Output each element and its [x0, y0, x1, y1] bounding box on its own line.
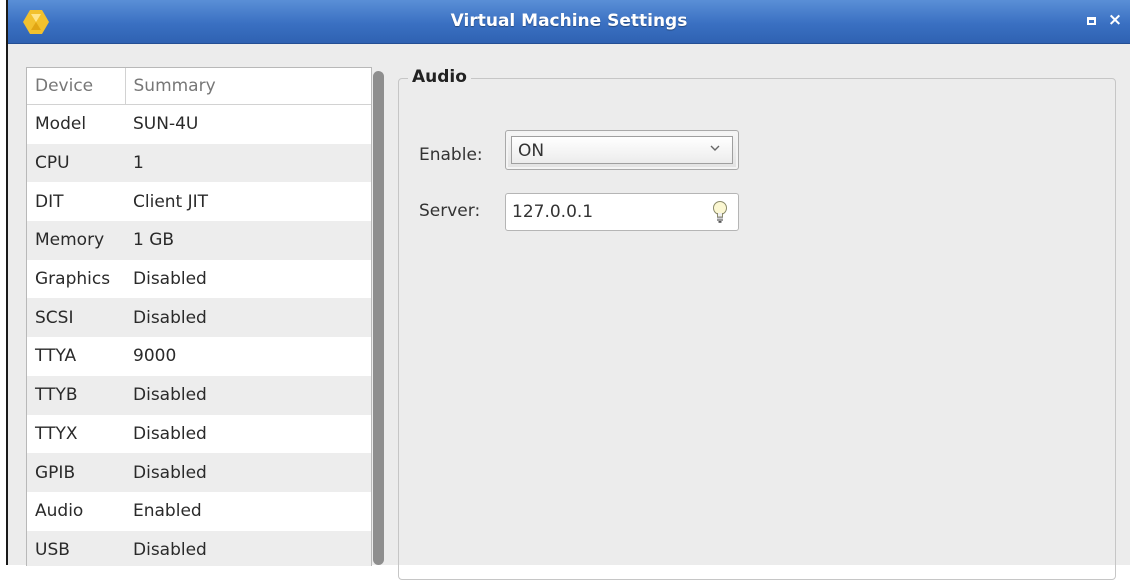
summary-cell: Disabled — [125, 530, 371, 566]
summary-cell: Disabled — [125, 375, 371, 415]
enable-select[interactable]: ON — [505, 130, 739, 170]
server-label: Server: — [419, 201, 481, 221]
table-row[interactable]: Audio Enabled — [27, 492, 371, 531]
summary-cell: Disabled — [133, 269, 207, 290]
maximize-button[interactable] — [1082, 11, 1100, 29]
device-cell: TTYA — [35, 346, 77, 367]
table-row[interactable]: Model SUN-4U — [27, 105, 371, 144]
summary-cell: SUN-4U — [133, 114, 199, 135]
lightbulb-icon[interactable] — [711, 200, 729, 224]
summary-cell: Disabled — [125, 298, 371, 338]
table-row[interactable]: Graphics Disabled — [27, 260, 371, 299]
summary-cell: 9000 — [133, 346, 177, 367]
device-cell: SCSI — [27, 298, 125, 338]
table-row[interactable]: CPU 1 — [27, 143, 371, 183]
enable-select-value: ON — [518, 141, 545, 161]
chevron-down-icon — [710, 145, 720, 151]
server-input[interactable]: 127.0.0.1 — [505, 193, 739, 231]
table-row[interactable]: TTYB Disabled — [27, 375, 371, 415]
summary-cell: Client JIT — [133, 191, 209, 212]
device-cell: TTYX — [35, 423, 78, 444]
table-row[interactable]: TTYX Disabled — [27, 415, 371, 454]
enable-select-field[interactable]: ON — [511, 136, 733, 164]
scrollbar-thumb[interactable] — [373, 71, 384, 565]
summary-cell: Enabled — [133, 501, 202, 522]
device-cell: USB — [27, 530, 125, 566]
summary-cell: Disabled — [133, 423, 207, 444]
device-cell: CPU — [27, 143, 125, 183]
device-cell: GPIB — [27, 453, 125, 492]
maximize-icon — [1086, 17, 1096, 25]
table-row[interactable]: DIT Client JIT — [27, 182, 371, 221]
column-header-summary[interactable]: Summary — [124, 68, 371, 105]
table-row[interactable]: GPIB Disabled — [27, 453, 371, 492]
window-title: Virtual Machine Settings — [450, 11, 688, 31]
table-row[interactable]: SCSI Disabled — [27, 298, 371, 338]
table-row[interactable]: USB Disabled — [27, 530, 371, 566]
title-bar[interactable]: Virtual Machine Settings × — [8, 0, 1130, 44]
summary-cell: Disabled — [125, 453, 371, 492]
device-cell: Graphics — [35, 269, 111, 290]
column-header-device[interactable]: Device — [27, 68, 125, 105]
summary-cell: 1 GB — [125, 221, 371, 260]
audio-group-title: Audio — [408, 67, 471, 87]
table-row[interactable]: TTYA 9000 — [27, 337, 371, 376]
device-cell: Audio — [35, 501, 84, 522]
device-cell: TTYB — [27, 375, 125, 415]
device-cell: DIT — [35, 191, 64, 212]
device-rows: Model SUN-4U CPU 1 DIT Client JIT Memory 1 GB Gr… — [27, 105, 371, 566]
close-button[interactable]: × — [1106, 11, 1124, 29]
table-row[interactable]: Memory 1 GB — [27, 221, 371, 260]
device-cell: Memory — [27, 221, 125, 260]
device-table: Device Summary Model SUN-4U CPU 1 DIT Client … — [27, 68, 371, 566]
summary-cell: 1 — [125, 143, 371, 183]
device-list[interactable]: Device Summary Model SUN-4U CPU 1 DIT Client … — [26, 67, 372, 566]
enable-label: Enable: — [419, 145, 483, 165]
device-cell: Model — [35, 114, 87, 135]
